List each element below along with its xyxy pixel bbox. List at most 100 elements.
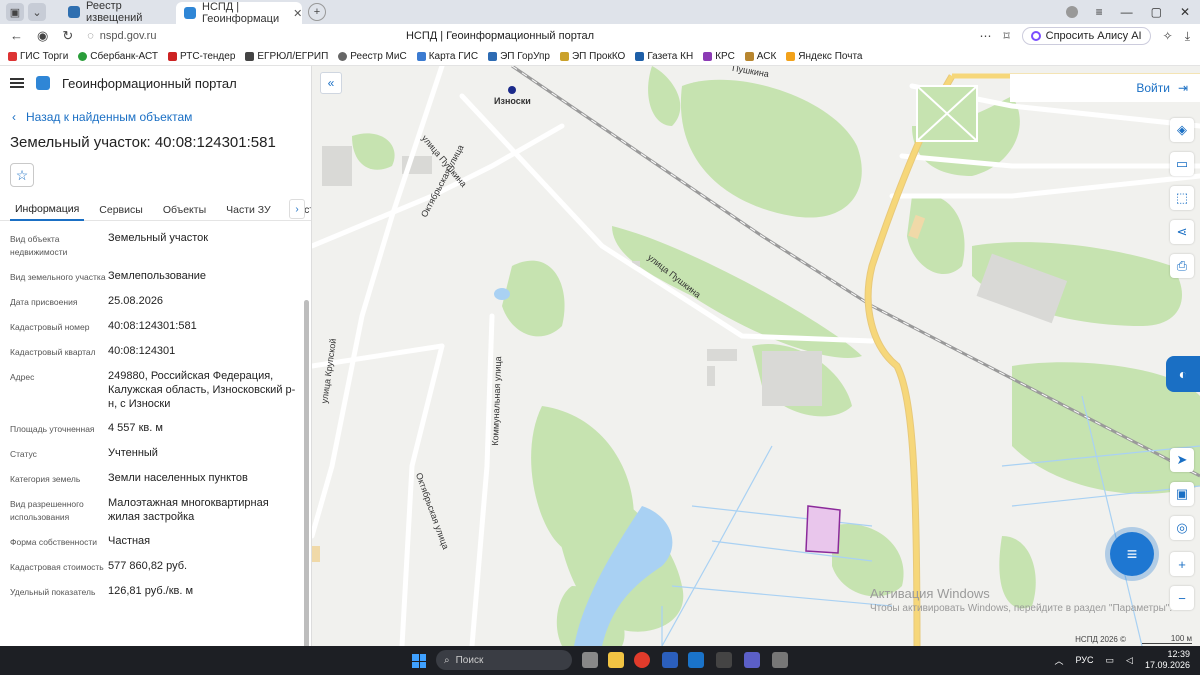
layers-icon: ◈ xyxy=(1177,122,1187,137)
zoom-in-button[interactable]: + xyxy=(1170,552,1194,576)
close-window-icon[interactable]: ✕ xyxy=(1180,5,1190,19)
tab-information[interactable]: Информация xyxy=(10,199,85,221)
calculator-icon[interactable] xyxy=(716,652,732,668)
tab-parts[interactable]: Части ЗУ xyxy=(221,199,276,221)
windows-start-icon[interactable] xyxy=(412,654,426,668)
extensions-icon[interactable]: ✧ xyxy=(1163,29,1173,43)
outlook-icon[interactable] xyxy=(688,652,704,668)
taskbar-search[interactable]: ⌕ Поиск xyxy=(436,650,572,670)
location-button[interactable]: ◎ xyxy=(1170,516,1194,540)
property-row: Статус Учтенный xyxy=(10,446,311,461)
attribution: НСПД 2026 © xyxy=(1075,634,1126,644)
favorite-button[interactable]: ☆ xyxy=(10,163,34,187)
alisa-button[interactable]: Спросить Алису AI xyxy=(1021,27,1151,45)
tabs-dropdown-icon[interactable]: ⌄ xyxy=(28,3,46,21)
task-view-icon[interactable] xyxy=(582,652,598,668)
side-widget-button[interactable]: ◐ xyxy=(1166,356,1200,392)
bookmark-ask[interactable]: АСК xyxy=(744,51,776,62)
zoom-out-button[interactable]: − xyxy=(1170,586,1194,610)
ruler-icon: ▭ xyxy=(1175,156,1189,171)
volume-icon[interactable]: ◁ xyxy=(1126,655,1133,666)
close-tab-icon[interactable]: ✕ xyxy=(293,7,302,20)
hamburger-menu-icon[interactable] xyxy=(10,78,24,88)
layers-button[interactable]: ◈ xyxy=(1170,118,1194,142)
window-controls: ≡ — ▢ ✕ xyxy=(1065,5,1200,19)
property-value: 25.08.2026 xyxy=(108,295,164,307)
plus-icon: + xyxy=(1178,556,1186,572)
clock[interactable]: 12:39 17.09.2026 xyxy=(1145,649,1190,671)
land-parcel[interactable] xyxy=(805,505,841,554)
property-value: 577 860,82 руб. xyxy=(108,560,188,572)
language-indicator[interactable]: РУС xyxy=(1075,655,1093,665)
property-value: 40:08:124301 xyxy=(108,345,176,357)
property-row: Кадастровый квартал 40:08:124301 xyxy=(10,344,311,359)
bookmark-sberbank-ast[interactable]: Сбербанк-АСТ xyxy=(78,51,158,62)
basemap-icon: ▣ xyxy=(1175,486,1189,501)
property-label: Кадастровый номер xyxy=(10,322,90,332)
scrollbar-thumb[interactable] xyxy=(304,300,309,646)
maximize-icon[interactable]: ▢ xyxy=(1151,5,1162,19)
share-icon: ⋖ xyxy=(1176,224,1188,239)
tab-objects[interactable]: Объекты xyxy=(158,199,211,221)
property-value: Учтенный xyxy=(108,447,158,459)
minimize-icon[interactable]: — xyxy=(1121,5,1133,19)
tabs-next-button[interactable]: › xyxy=(289,199,305,219)
location-pin-icon: ◎ xyxy=(1176,520,1188,535)
star-icon: ☆ xyxy=(15,166,29,183)
settlement-marker-icon xyxy=(508,86,516,94)
property-row: Удельный показатель 126,81 руб./кв. м xyxy=(10,584,311,599)
bookmark-krs[interactable]: КРС xyxy=(703,51,735,62)
tab-services[interactable]: Сервисы xyxy=(94,199,148,221)
portal-title: Геоинформационный портал xyxy=(62,75,237,91)
back-to-results-link[interactable]: ‹ Назад к найденным объектам xyxy=(0,108,311,126)
bookmark-rts-tender[interactable]: РТС-тендер xyxy=(168,51,235,62)
map-canvas[interactable] xyxy=(312,66,1200,646)
bookmark-karta-gis[interactable]: Карта ГИС xyxy=(416,51,478,62)
bookmark-icon[interactable]: ⌑ xyxy=(1003,29,1009,43)
bookmark-gis-torgi[interactable]: ГИС Торги xyxy=(8,51,68,62)
login-button[interactable]: Войти ⇥ xyxy=(1010,74,1200,102)
yandex-browser-icon[interactable] xyxy=(634,652,650,668)
bookmark-ep-gorupr[interactable]: ЭП ГорУпр xyxy=(488,51,550,62)
bookmark-reestr-mis[interactable]: Реестр МиС xyxy=(338,51,407,62)
property-value: Частная xyxy=(108,535,151,547)
network-icon[interactable]: ▭ xyxy=(1106,655,1115,666)
tab-nspd[interactable]: НСПД | Геоинформаци ✕ xyxy=(176,1,302,25)
new-tab-icon[interactable]: + xyxy=(308,3,326,21)
bookmarks-bar: ГИС Торги Сбербанк-АСТ РТС-тендер ЕГРЮЛ/… xyxy=(0,48,1200,66)
menu-icon[interactable]: ≡ xyxy=(1096,5,1103,19)
collapse-panel-button[interactable]: « xyxy=(320,72,342,94)
geolocate-button[interactable]: ➤ xyxy=(1170,448,1194,472)
property-label: Дата присвоения xyxy=(10,297,78,307)
tab-registry[interactable]: Реестр извещений xyxy=(60,0,170,24)
basemap-button[interactable]: ▣ xyxy=(1170,482,1194,506)
map-view[interactable]: Износки улица Пушкина улица Пушкина Пушк… xyxy=(312,66,1200,646)
file-explorer-icon[interactable] xyxy=(608,652,624,668)
share-button[interactable]: ⋖ xyxy=(1170,220,1194,244)
app-icon[interactable] xyxy=(772,652,788,668)
bookmark-gazeta-kn[interactable]: Газета КН xyxy=(635,51,693,62)
ruler-button[interactable]: ▭ xyxy=(1170,152,1194,176)
property-row: Категория земель Земли населенных пунктов xyxy=(10,471,311,486)
widget-icon: ◐ xyxy=(1178,366,1188,382)
chat-fab-button[interactable]: ≡ xyxy=(1110,532,1154,576)
profile-icon[interactable]: ▣ xyxy=(6,3,24,21)
property-row: Дата присвоения 25.08.2026 xyxy=(10,294,311,309)
bookmark-ep-prokko[interactable]: ЭП ПрокКО xyxy=(559,51,625,62)
chevron-right-icon: › xyxy=(295,203,299,215)
alisa-icon xyxy=(1030,31,1041,41)
word-icon[interactable] xyxy=(662,652,678,668)
property-label: Вид земельного участка xyxy=(10,272,106,282)
downloads-icon[interactable]: ⤓ xyxy=(1185,29,1190,44)
tray-chevron-icon[interactable]: ︿ xyxy=(1054,654,1063,667)
select-area-button[interactable]: ⬚ xyxy=(1170,186,1194,210)
teams-icon[interactable] xyxy=(744,652,760,668)
system-tray: ︿ РУС ▭ ◁ 12:39 17.09.2026 xyxy=(1054,649,1190,671)
account-icon[interactable] xyxy=(1065,6,1078,18)
bookmark-yandex-mail[interactable]: Яндекс Почта xyxy=(786,51,862,62)
property-row: Площадь уточненная 4 557 кв. м xyxy=(10,421,311,436)
print-button[interactable]: ⎙ xyxy=(1170,254,1194,278)
bookmark-egrul[interactable]: ЕГРЮЛ/ЕГРИП xyxy=(245,51,328,62)
object-tabs: Информация Сервисы Объекты Части ЗУ Сост… xyxy=(0,199,311,221)
panel-scrollbar[interactable] xyxy=(304,300,309,646)
